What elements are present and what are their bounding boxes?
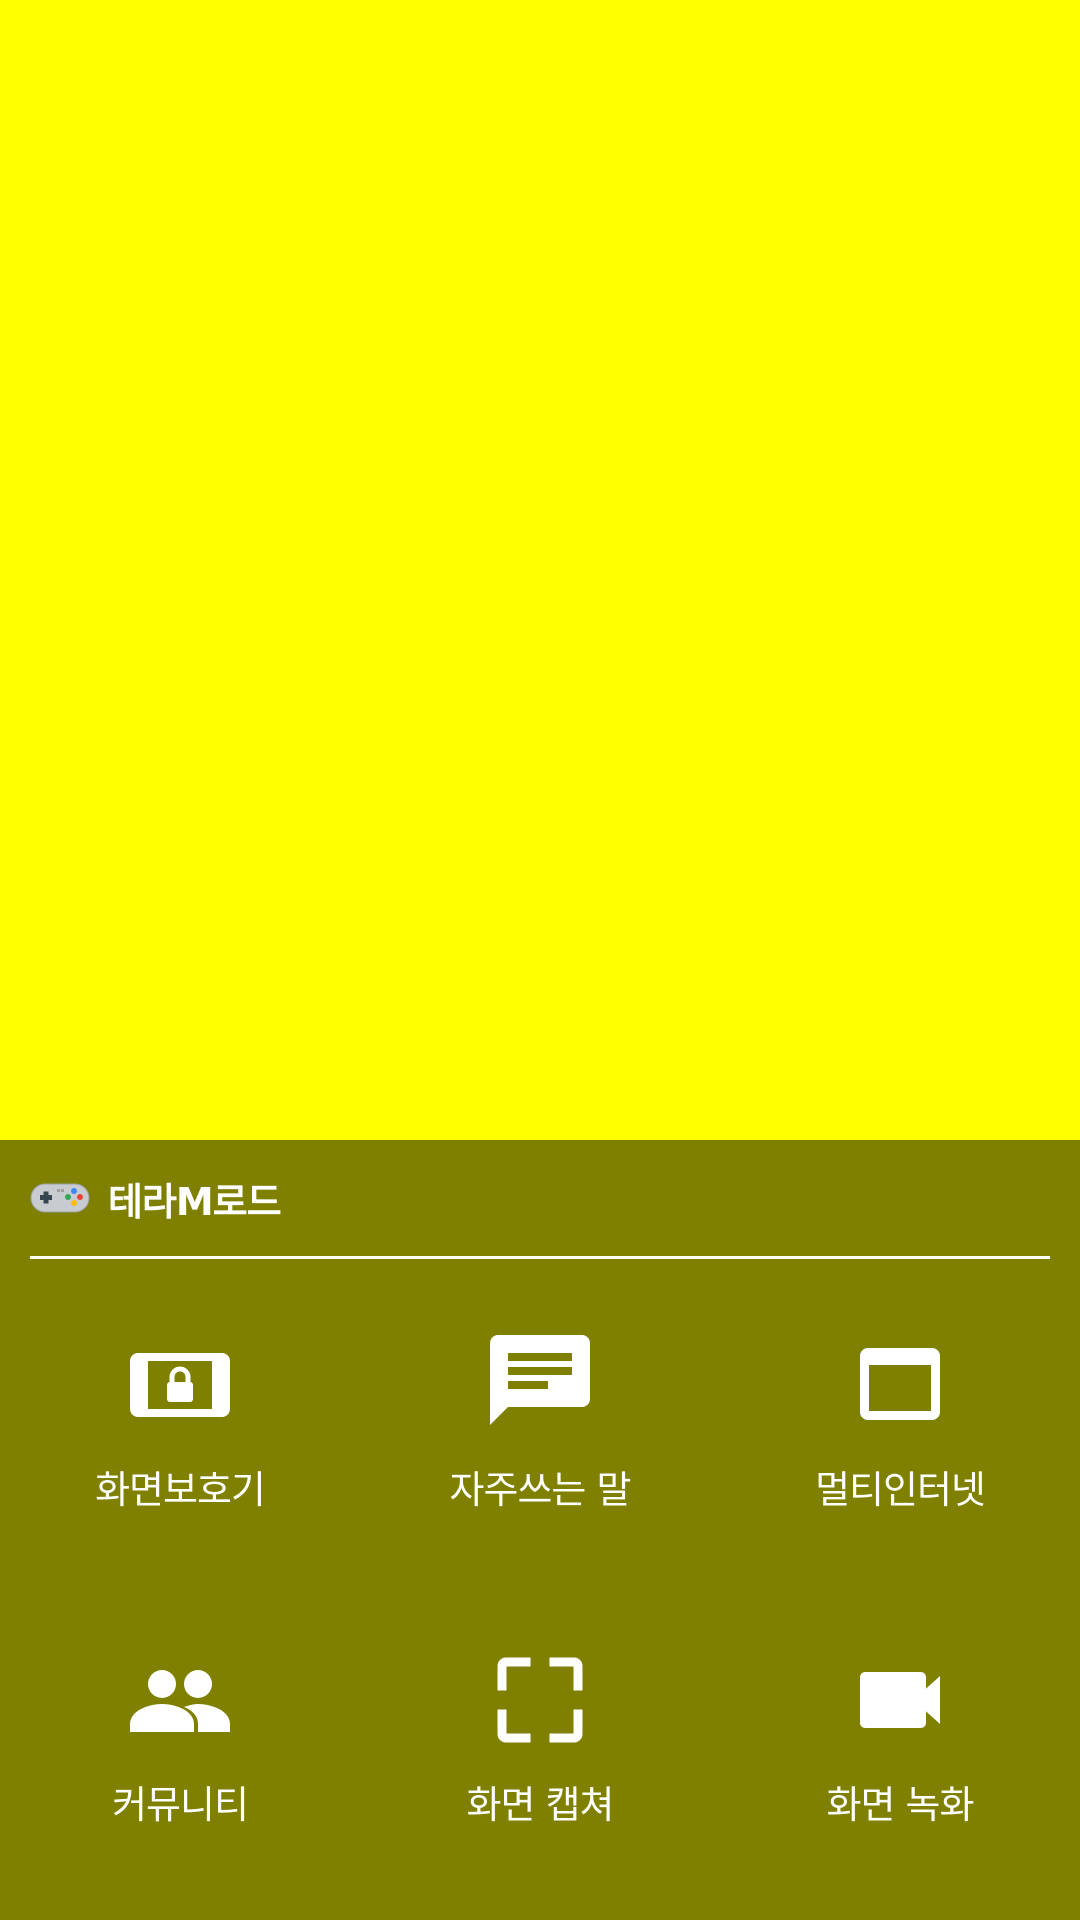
people-icon — [130, 1670, 230, 1732]
menu-item-label: 화면 캡쳐 — [466, 1783, 615, 1827]
panel-title: 테라M로드 — [108, 1179, 282, 1224]
menu-item-label: 커뮤니티 — [112, 1783, 249, 1827]
menu-item-label: 멀티인터넷 — [815, 1468, 986, 1512]
screen-lock-icon — [130, 1353, 230, 1417]
menu-item-community[interactable]: 커뮤니티 — [0, 1650, 360, 1900]
capture-frame-icon — [497, 1657, 583, 1743]
menu-item-label: 화면보호기 — [95, 1468, 266, 1512]
menu-item-screen-saver[interactable]: 화면보호기 — [0, 1335, 360, 1585]
window-icon — [860, 1348, 940, 1420]
menu-item-screen-recording[interactable]: 화면 녹화 — [720, 1650, 1080, 1900]
gamepad-icon — [30, 1183, 90, 1213]
menu-item-screen-capture[interactable]: 화면 캡쳐 — [360, 1650, 720, 1900]
message-icon — [490, 1335, 590, 1425]
header-divider — [30, 1256, 1050, 1259]
panel-header: 테라M로드 — [30, 1170, 1050, 1226]
menu-item-frequent-phrases[interactable]: 자주쓰는 말 — [360, 1335, 720, 1585]
menu-item-label: 자주쓰는 말 — [449, 1468, 632, 1512]
menu-item-label: 화면 녹화 — [826, 1783, 975, 1827]
video-camera-icon — [860, 1672, 940, 1728]
menu-grid: 화면보호기 자주쓰는 말 멀티인터넷 커뮤니티 화면 캡쳐 화면 녹화 — [0, 1335, 1080, 1855]
menu-item-multi-internet[interactable]: 멀티인터넷 — [720, 1335, 1080, 1585]
quick-menu-panel: 테라M로드 화면보호기 자주쓰는 말 멀티인터넷 커뮤니티 화면 캡쳐 화면 녹… — [0, 1140, 1080, 1920]
app-screen: 테라M로드 화면보호기 자주쓰는 말 멀티인터넷 커뮤니티 화면 캡쳐 화면 녹… — [0, 0, 1080, 1920]
